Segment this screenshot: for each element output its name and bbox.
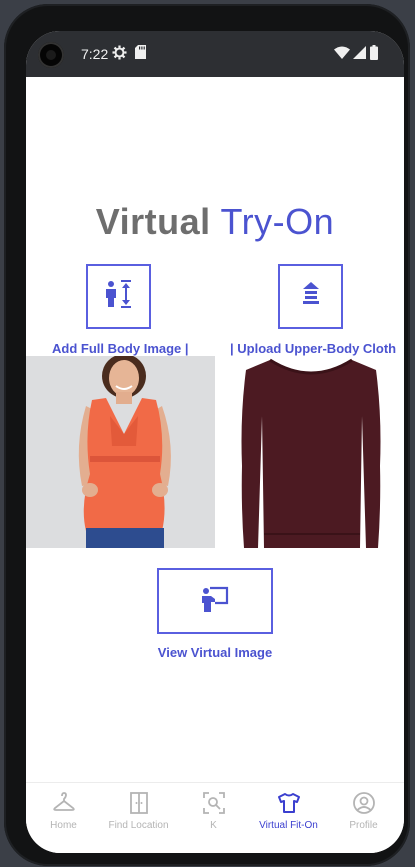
nav-label-k: K bbox=[210, 820, 217, 831]
add-body-image-label[interactable]: Add Full Body Image | bbox=[52, 341, 189, 356]
signal-icon bbox=[353, 46, 366, 62]
cloth-image bbox=[230, 356, 392, 548]
nav-label-profile: Profile bbox=[349, 820, 378, 831]
body-height-icon bbox=[104, 280, 134, 313]
bottom-navigation: Home Find Location K Virtual Fit-On Prof… bbox=[26, 782, 404, 853]
view-virtual-image-label[interactable]: View Virtual Image bbox=[26, 645, 404, 660]
nav-label-virtual-fit-on: Virtual Fit-On bbox=[259, 820, 318, 831]
nav-label-home: Home bbox=[50, 820, 77, 831]
sd-card-icon bbox=[135, 45, 146, 62]
add-body-image-button[interactable] bbox=[86, 264, 151, 329]
phone-frame: 7:22 Virtual Try-On Add Full Body Image … bbox=[4, 4, 410, 866]
page-title: Virtual Try-On bbox=[26, 201, 404, 243]
nav-item-k[interactable]: K bbox=[176, 783, 251, 853]
view-virtual-image-button[interactable] bbox=[157, 568, 273, 634]
door-icon bbox=[128, 791, 150, 820]
nav-item-virtual-fit-on[interactable]: Virtual Fit-On bbox=[251, 783, 326, 853]
presentation-icon bbox=[201, 586, 229, 617]
nav-item-profile[interactable]: Profile bbox=[326, 783, 401, 853]
scan-search-icon bbox=[202, 791, 226, 820]
upload-cloth-button[interactable] bbox=[278, 264, 343, 329]
battery-icon bbox=[370, 45, 378, 63]
title-try-on: Try-On bbox=[220, 201, 335, 242]
tshirt-icon bbox=[277, 791, 301, 820]
body-image bbox=[26, 356, 215, 548]
nav-item-home[interactable]: Home bbox=[26, 783, 101, 853]
nav-label-find-location: Find Location bbox=[108, 820, 169, 831]
nav-item-find-location[interactable]: Find Location bbox=[101, 783, 176, 853]
upload-icon bbox=[302, 282, 320, 311]
account-icon bbox=[352, 791, 376, 820]
status-bar: 7:22 bbox=[26, 31, 404, 77]
app-screen: 7:22 Virtual Try-On Add Full Body Image … bbox=[26, 31, 404, 853]
status-time: 7:22 bbox=[81, 46, 109, 62]
hanger-icon bbox=[52, 791, 76, 820]
wifi-icon bbox=[334, 46, 350, 62]
upload-cloth-label[interactable]: | Upload Upper-Body Cloth bbox=[230, 341, 396, 356]
front-camera bbox=[38, 42, 64, 68]
title-virtual: Virtual bbox=[95, 201, 211, 242]
settings-icon bbox=[112, 45, 127, 63]
